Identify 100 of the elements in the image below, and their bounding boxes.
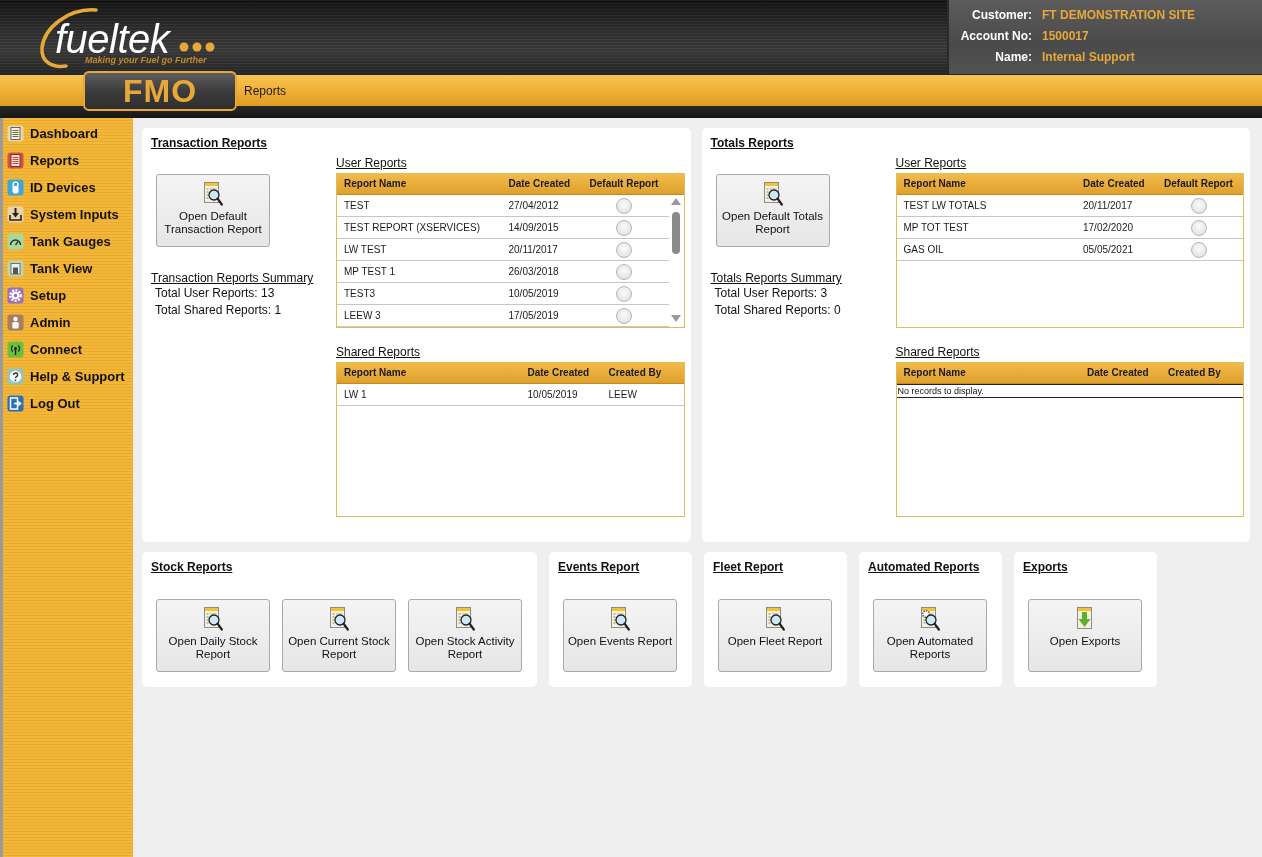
section-title: Totals Reports bbox=[710, 136, 795, 150]
table-title: Shared Reports bbox=[336, 345, 421, 359]
nav-item[interactable]: ID Devices bbox=[3, 174, 133, 201]
open-report-button[interactable]: Open Daily Stock Report bbox=[156, 599, 270, 672]
open-report-button[interactable]: Open Exports bbox=[1028, 599, 1142, 672]
table-title: Shared Reports bbox=[895, 345, 980, 359]
nav-item[interactable]: Reports bbox=[3, 147, 133, 174]
document-download-icon bbox=[1075, 606, 1095, 631]
table-cell-text: LW 1 bbox=[343, 388, 368, 401]
scrollbar-thumb[interactable] bbox=[672, 212, 680, 254]
document-magnifier-icon bbox=[203, 606, 223, 631]
table-cell-text: LW TEST bbox=[343, 243, 388, 256]
scroll-up-icon[interactable] bbox=[671, 198, 681, 205]
document-magnifier-icon bbox=[455, 606, 475, 631]
key-fob-icon bbox=[7, 179, 24, 196]
table-cell-text: TEST LW TOTALS bbox=[902, 199, 988, 212]
table-title: User Reports bbox=[336, 156, 407, 170]
default-report-radio[interactable] bbox=[1190, 197, 1207, 214]
document-magnifier-icon bbox=[610, 606, 630, 631]
summary-title: Transaction Reports Summary bbox=[151, 271, 314, 285]
column-header: Report Name bbox=[343, 177, 408, 191]
table-cell-text: 05/05/2021 bbox=[1082, 243, 1135, 256]
column-header: Created By bbox=[607, 366, 663, 380]
nav-item[interactable]: Help & Support bbox=[3, 363, 133, 390]
column-header: Default Report bbox=[588, 177, 660, 191]
open-report-button[interactable]: Open Default Transaction Report bbox=[156, 174, 270, 247]
table-cell-text: LEEW bbox=[607, 388, 638, 401]
nav-item[interactable]: Tank Gauges bbox=[3, 228, 133, 255]
logout-icon bbox=[7, 395, 24, 412]
help-icon bbox=[7, 368, 24, 385]
table-cell-text: GAS OIL bbox=[902, 243, 945, 256]
column-header: Date Created bbox=[1082, 177, 1146, 191]
table-cell-text: MP TEST 1 bbox=[343, 265, 397, 278]
default-report-radio[interactable] bbox=[1190, 219, 1207, 236]
table-cell-text: 27/04/2012 bbox=[507, 199, 560, 212]
table-cell-text: 26/03/2018 bbox=[507, 265, 560, 278]
nav-item[interactable]: Connect bbox=[3, 336, 133, 363]
column-header: Report Name bbox=[343, 366, 408, 380]
summary-line: Total Shared Reports: 0 bbox=[713, 302, 841, 319]
default-report-radio[interactable] bbox=[616, 197, 632, 214]
summary-line: Total User Reports: 13 bbox=[154, 285, 275, 302]
section-title: Automated Reports bbox=[868, 560, 981, 574]
scroll-down-icon[interactable] bbox=[671, 315, 681, 322]
table-cell-text: LEEW 3 bbox=[343, 309, 382, 322]
open-report-button[interactable]: Open Automated Reports bbox=[873, 599, 987, 672]
account-value: Internal Support bbox=[1042, 49, 1136, 66]
account-label: Customer: bbox=[971, 7, 1032, 24]
ledger-icon bbox=[7, 125, 24, 142]
table-cell-text: 10/05/2019 bbox=[507, 287, 560, 300]
empty-message: No records to display. bbox=[896, 384, 1243, 398]
logo-tagline: Making your Fuel go Further bbox=[85, 55, 208, 65]
default-report-radio[interactable] bbox=[616, 219, 632, 236]
open-report-button[interactable]: Open Default Totals Report bbox=[715, 174, 830, 247]
section-title: Transaction Reports bbox=[151, 136, 269, 150]
tank-icon bbox=[7, 260, 24, 277]
person-icon bbox=[7, 314, 24, 331]
column-header: Created By bbox=[1167, 366, 1222, 380]
document-magnifier-icon bbox=[762, 181, 783, 206]
table-cell-text: 20/11/2017 bbox=[507, 243, 559, 256]
nav-item[interactable]: Tank View bbox=[3, 255, 133, 282]
open-report-button[interactable]: Open Events Report bbox=[563, 599, 677, 672]
table-cell-text: 10/05/2019 bbox=[526, 388, 579, 401]
table-cell-text: TEST3 bbox=[343, 287, 377, 300]
account-value: 1500017 bbox=[1042, 28, 1090, 45]
gear-icon bbox=[7, 287, 24, 304]
table-title: User Reports bbox=[895, 156, 967, 170]
column-header: Date Created bbox=[526, 366, 591, 380]
nav-item[interactable]: Setup bbox=[3, 282, 133, 309]
default-report-radio[interactable] bbox=[616, 263, 632, 280]
nav-item[interactable]: Log Out bbox=[3, 390, 133, 417]
nav-item[interactable]: Admin bbox=[3, 309, 133, 336]
account-value: FT DEMONSTRATION SITE bbox=[1042, 7, 1197, 24]
nav-item[interactable]: System Inputs bbox=[3, 201, 133, 228]
download-icon bbox=[7, 206, 24, 223]
table-cell-text: TEST bbox=[343, 199, 371, 212]
open-report-button[interactable]: Open Current Stock Report bbox=[282, 599, 396, 672]
table-cell-text: 17/02/2020 bbox=[1082, 221, 1135, 234]
nav-item[interactable]: Dashboard bbox=[3, 120, 133, 147]
default-report-radio[interactable] bbox=[616, 241, 632, 258]
app-title: FMO bbox=[83, 70, 237, 111]
table-cell-text: TEST REPORT (XSERVICES) bbox=[343, 221, 481, 234]
section-title: Exports bbox=[1023, 560, 1069, 574]
summary-line: Total User Reports: 3 bbox=[713, 285, 828, 302]
open-report-button[interactable]: Open Fleet Report bbox=[718, 599, 832, 672]
section-title: Fleet Report bbox=[713, 560, 784, 574]
report-icon bbox=[7, 152, 24, 169]
table-cell-text: MP TOT TEST bbox=[902, 221, 970, 234]
table-cell-text: 14/09/2015 bbox=[507, 221, 560, 234]
open-report-button[interactable]: Open Stock Activity Report bbox=[408, 599, 522, 672]
section-title: Stock Reports bbox=[151, 560, 234, 574]
default-report-radio[interactable] bbox=[1190, 241, 1207, 258]
document-magnifier-icon bbox=[329, 606, 349, 631]
account-label: Account No: bbox=[959, 28, 1032, 45]
default-report-radio[interactable] bbox=[616, 285, 632, 302]
logo-dots-icon bbox=[179, 42, 216, 52]
section-title: Events Report bbox=[558, 560, 641, 574]
column-header: Report Name bbox=[902, 366, 967, 380]
default-report-radio[interactable] bbox=[616, 307, 632, 324]
table-cell-text: 17/05/2019 bbox=[507, 309, 560, 322]
column-header: Date Created bbox=[507, 177, 572, 191]
